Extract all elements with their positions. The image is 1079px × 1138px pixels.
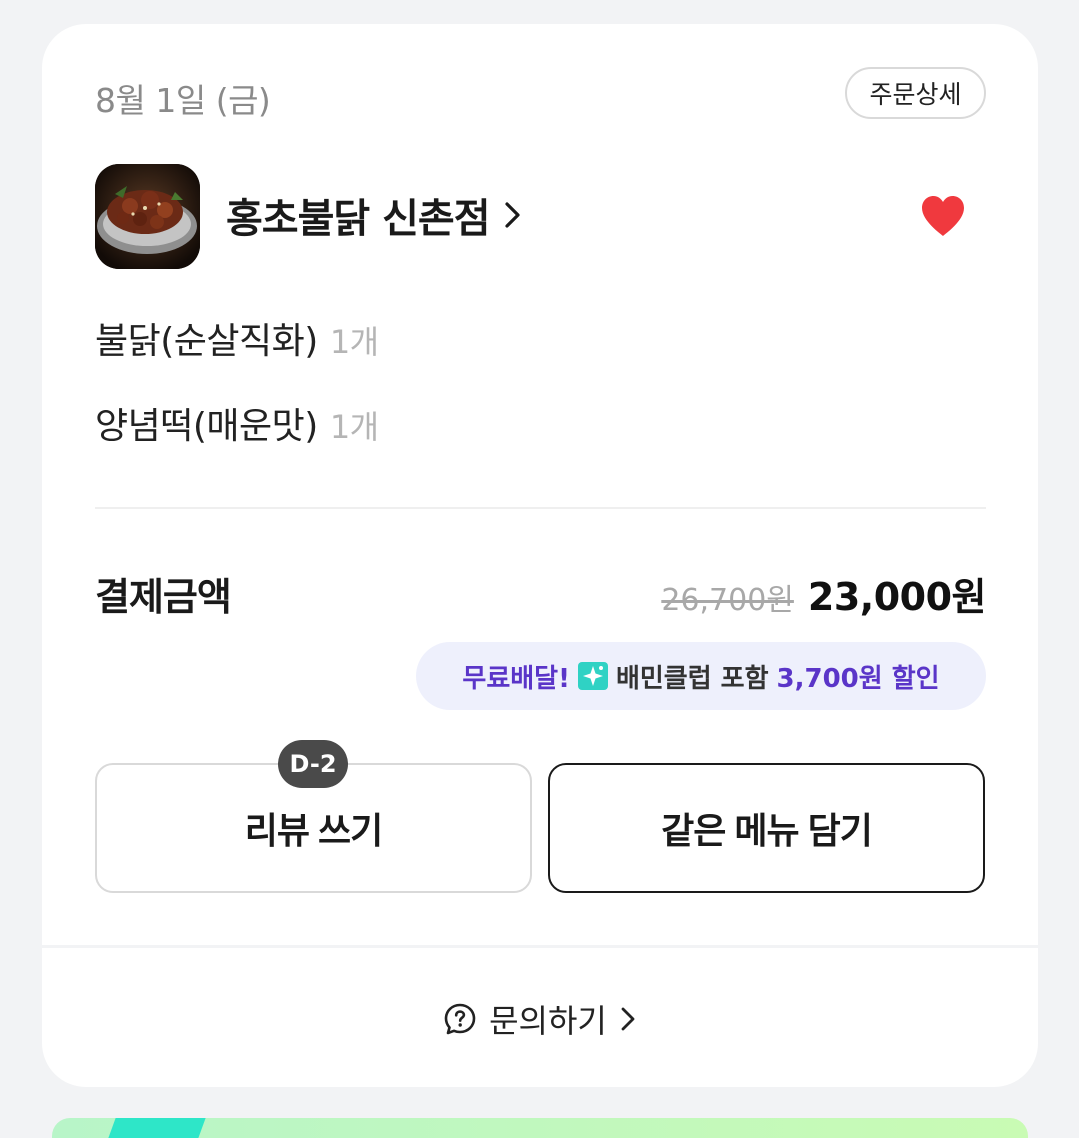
price-row: 26,700원 23,000원	[661, 566, 986, 621]
order-date: 8월 1일 (금)	[95, 81, 271, 120]
question-bubble-icon	[444, 1003, 476, 1035]
divider	[42, 945, 1038, 948]
chevron-right-icon	[621, 1007, 635, 1031]
store-thumbnail[interactable]	[95, 164, 200, 269]
inquiry-label: 문의하기	[489, 1002, 607, 1040]
original-price: 26,700원	[661, 583, 794, 618]
menu-item: 양념떡(매운맛) 1개	[95, 397, 379, 449]
menu-item-name: 양념떡(매운맛)	[95, 406, 318, 447]
menu-item-qty: 1개	[329, 408, 379, 446]
divider	[95, 507, 986, 509]
free-delivery-text: 무료배달!	[462, 663, 570, 694]
store-link[interactable]: 홍초불닭 신촌점	[226, 186, 524, 244]
menu-item: 불닭(순살직화) 1개	[95, 312, 379, 364]
payment-label: 결제금액	[95, 575, 232, 619]
club-sparkle-icon	[577, 662, 608, 690]
order-detail-button[interactable]: 주문상세	[845, 67, 986, 119]
menu-item-name: 불닭(순살직화)	[95, 321, 318, 362]
final-price: 23,000원	[807, 575, 987, 619]
review-deadline-badge: D-2	[278, 740, 348, 788]
club-text: 배민클럽 포함	[615, 663, 769, 694]
menu-item-qty: 1개	[329, 323, 379, 361]
discount-text: 3,700원 할인	[776, 663, 940, 694]
chevron-right-icon	[504, 202, 520, 228]
inquiry-link[interactable]: 문의하기	[42, 989, 1038, 1049]
promo-badge: 무료배달! 배민클럽 포함 3,700원 할인	[416, 642, 986, 710]
next-card-banner	[52, 1118, 1028, 1138]
heart-icon[interactable]	[919, 194, 967, 238]
food-image	[95, 164, 200, 269]
store-name: 홍초불닭 신촌점	[226, 196, 491, 242]
order-card: 8월 1일 (금) 주문상세 홍초불닭 신촌점 불닭(순살직화) 1개 양념떡(…	[42, 24, 1038, 1087]
reorder-button[interactable]: 같은 메뉴 담기	[548, 763, 985, 893]
